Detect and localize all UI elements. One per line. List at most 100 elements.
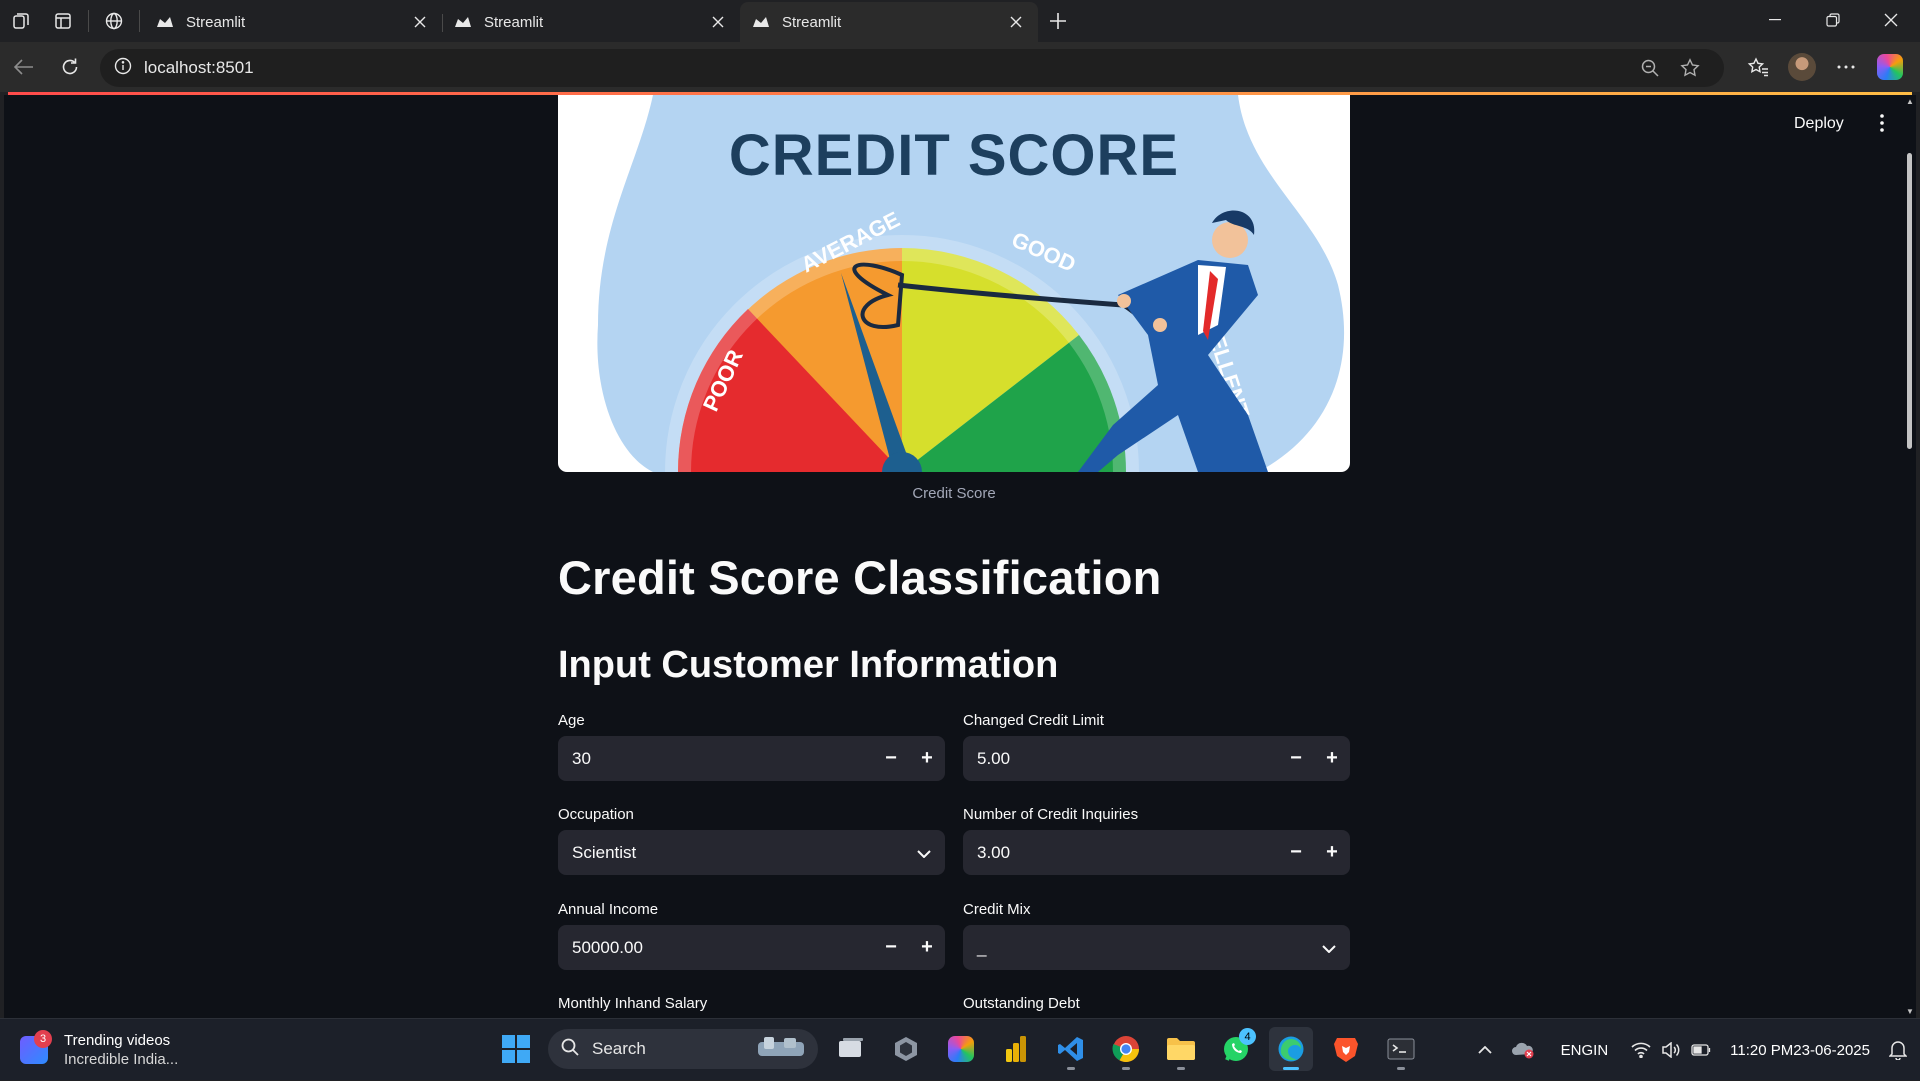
wifi-icon[interactable] (1626, 1042, 1656, 1058)
toolbar-right (1736, 45, 1912, 89)
occupation-field: Occupation Scientist (558, 806, 945, 875)
page-title: Credit Score Classification (558, 551, 1162, 604)
whatsapp-icon[interactable]: 4 (1214, 1027, 1258, 1071)
num-credit-inquiries-value[interactable]: 3.00 (977, 843, 1278, 863)
taskbar-search[interactable]: Search (548, 1029, 818, 1069)
widget-subline: Incredible India... (64, 1051, 179, 1068)
back-arrow-icon[interactable] (2, 45, 46, 89)
credit-mix-selected-value[interactable]: _ (977, 938, 1322, 958)
widgets-icon: 3 (20, 1030, 52, 1064)
close-tab-icon[interactable] (410, 12, 430, 32)
reload-icon[interactable] (48, 45, 92, 89)
changed-credit-limit-value[interactable]: 5.00 (977, 749, 1278, 769)
favorites-icon[interactable] (1736, 45, 1780, 89)
field-label: Outstanding Debt (963, 995, 1080, 1012)
scrollbar-thumb[interactable] (1907, 153, 1912, 449)
windows-start-icon[interactable] (494, 1027, 538, 1071)
increment-button[interactable]: + (909, 736, 945, 781)
chevron-down-icon[interactable] (917, 843, 931, 863)
decrement-button[interactable]: − (1278, 830, 1314, 875)
num-credit-inquiries-number-input[interactable]: 3.00 − + (963, 830, 1350, 875)
age-field: Age 30 − + (558, 712, 945, 781)
close-tab-icon[interactable] (1006, 12, 1026, 32)
page-scrollbar[interactable]: ▲ ▼ (1904, 95, 1916, 1018)
file-explorer-icon[interactable] (1159, 1027, 1203, 1071)
increment-button[interactable]: + (1314, 736, 1350, 781)
age-number-input[interactable]: 30 − + (558, 736, 945, 781)
outstanding-debt-field: Outstanding Debt (963, 995, 1350, 1018)
divider (139, 10, 140, 32)
age-value[interactable]: 30 (572, 749, 873, 769)
tab-title: Streamlit (484, 13, 544, 31)
browser-toolbar: localhost:8501 (0, 42, 1920, 92)
workspaces-icon[interactable] (0, 0, 42, 42)
vertical-tabs-icon[interactable] (42, 0, 84, 42)
onedrive-error-icon[interactable] (1503, 1041, 1543, 1059)
deploy-button[interactable]: Deploy (1794, 115, 1844, 133)
streamlit-app-viewport: Deploy ▲ ▼ POOR AVERAGE GOOD EXCELLENT C… (4, 95, 1916, 1018)
annual-income-number-input[interactable]: 50000.00 − + (558, 925, 945, 970)
url-text[interactable]: localhost:8501 (144, 58, 1630, 78)
copilot-app-icon[interactable] (939, 1027, 983, 1071)
decrement-button[interactable]: − (873, 925, 909, 970)
running-indicator (1122, 1067, 1130, 1070)
news-widget[interactable]: 3 Trending videos Incredible India... (20, 1030, 179, 1069)
system-clock[interactable]: 11:20 PM 23-06-2025 (1730, 1041, 1870, 1060)
volume-icon[interactable] (1656, 1042, 1686, 1058)
changed-credit-limit-field: Changed Credit Limit 5.00 − + (963, 712, 1350, 781)
close-tab-icon[interactable] (708, 12, 728, 32)
notification-bell-icon[interactable] (1880, 1040, 1916, 1060)
changed-credit-limit-number-input[interactable]: 5.00 − + (963, 736, 1350, 781)
app-hexagon-icon[interactable] (884, 1027, 928, 1071)
credit-mix-select[interactable]: _ (963, 925, 1350, 970)
browser-tab-2[interactable]: Streamlit (442, 2, 740, 42)
task-view-icon[interactable] (829, 1027, 873, 1071)
running-indicator (1177, 1067, 1185, 1070)
favorite-star-icon[interactable] (1670, 50, 1710, 86)
search-icon (560, 1037, 580, 1062)
increment-button[interactable]: + (909, 925, 945, 970)
num-credit-inquiries-field: Number of Credit Inquiries 3.00 − + (963, 806, 1350, 875)
power-bi-icon[interactable] (994, 1027, 1038, 1071)
browser-tab-3-active[interactable]: Streamlit (740, 2, 1038, 42)
copilot-icon[interactable] (1868, 45, 1912, 89)
chevron-up-icon[interactable] (1467, 1046, 1503, 1054)
annual-income-value[interactable]: 50000.00 (572, 938, 873, 958)
field-label: Changed Credit Limit (963, 712, 1104, 729)
edge-icon[interactable] (1269, 1027, 1313, 1071)
occupation-select[interactable]: Scientist (558, 830, 945, 875)
globe-icon[interactable] (93, 0, 135, 42)
restore-icon[interactable] (1804, 0, 1862, 40)
battery-icon[interactable] (1686, 1044, 1716, 1056)
occupation-selected-value[interactable]: Scientist (572, 843, 917, 863)
main-menu-icon[interactable] (1872, 111, 1892, 135)
more-menu-icon[interactable] (1824, 45, 1868, 89)
credit-mix-field: Credit Mix _ (963, 901, 1350, 970)
brave-icon[interactable] (1324, 1027, 1368, 1071)
address-bar[interactable]: localhost:8501 (100, 49, 1724, 87)
close-window-icon[interactable] (1862, 0, 1920, 40)
site-info-icon[interactable] (114, 57, 132, 80)
terminal-icon[interactable] (1379, 1027, 1423, 1071)
streamlit-favicon-icon (454, 13, 472, 31)
running-indicator (1283, 1067, 1299, 1070)
chevron-down-icon[interactable] (1322, 938, 1336, 958)
zoom-icon[interactable] (1630, 50, 1670, 86)
widget-headline: Trending videos (64, 1032, 171, 1049)
input-language[interactable]: ENG IN (1561, 1041, 1609, 1060)
increment-button[interactable]: + (1314, 830, 1350, 875)
new-tab-button[interactable] (1038, 1, 1078, 41)
taskbar-apps: Search 4 (494, 1027, 1423, 1071)
monthly-inhand-salary-field: Monthly Inhand Salary (558, 995, 945, 1018)
scroll-down-arrow-icon[interactable]: ▼ (1906, 1008, 1914, 1016)
field-label: Number of Credit Inquiries (963, 806, 1139, 823)
field-label: Occupation (558, 806, 634, 823)
scroll-up-arrow-icon[interactable]: ▲ (1906, 98, 1914, 106)
vscode-icon[interactable] (1049, 1027, 1093, 1071)
browser-tab-1[interactable]: Streamlit (144, 2, 442, 42)
decrement-button[interactable]: − (873, 736, 909, 781)
decrement-button[interactable]: − (1278, 736, 1314, 781)
chrome-icon[interactable] (1104, 1027, 1148, 1071)
profile-avatar[interactable] (1780, 45, 1824, 89)
minimize-icon[interactable] (1746, 0, 1804, 40)
